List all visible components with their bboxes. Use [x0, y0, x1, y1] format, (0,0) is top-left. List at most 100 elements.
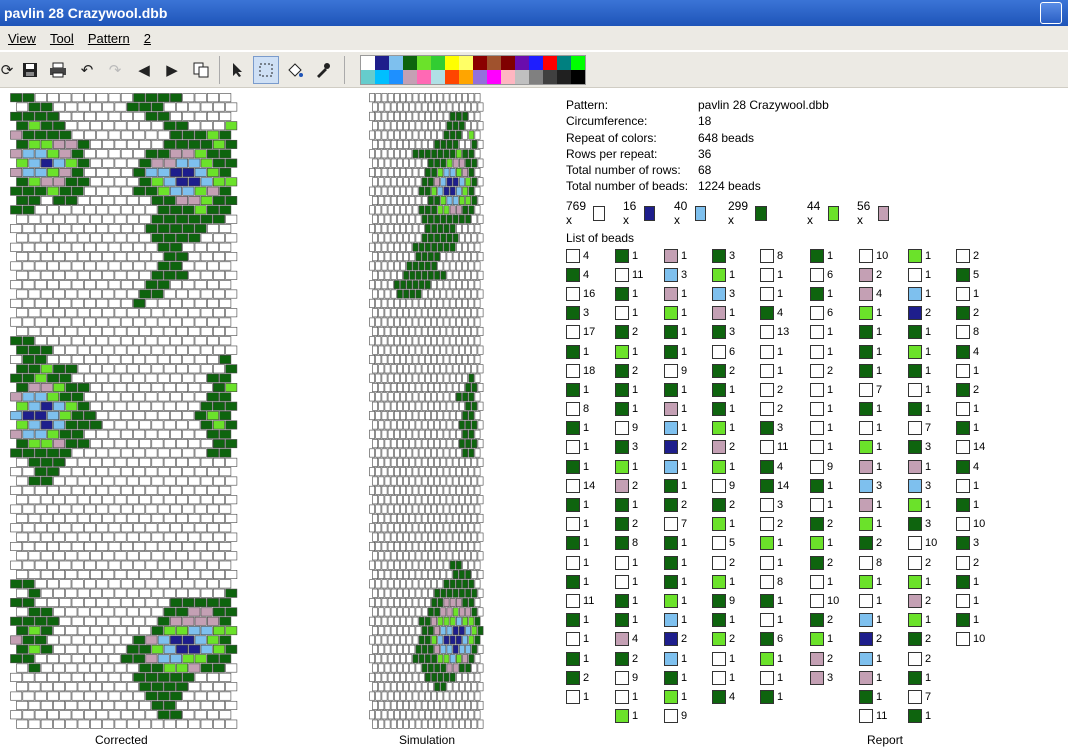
- bead-cell[interactable]: [194, 168, 207, 177]
- bead-cell[interactable]: [65, 588, 78, 598]
- bead-cell[interactable]: [108, 280, 121, 290]
- bead-cell[interactable]: [10, 111, 23, 121]
- bead-cell[interactable]: [16, 252, 29, 262]
- bead-cell[interactable]: [108, 672, 121, 682]
- bead-cell[interactable]: [102, 308, 115, 318]
- bead-cell[interactable]: [225, 588, 238, 598]
- bead-cell[interactable]: [10, 242, 23, 252]
- bead-cell[interactable]: [163, 326, 176, 336]
- bead-cell[interactable]: [219, 317, 232, 327]
- bead-cell[interactable]: [151, 308, 164, 318]
- bead-cell[interactable]: [151, 420, 164, 430]
- bead-cell[interactable]: [114, 513, 127, 523]
- bead-cell[interactable]: [90, 457, 102, 467]
- bead-cell[interactable]: [213, 570, 225, 580]
- bead-cell[interactable]: [96, 485, 109, 495]
- bead-cell[interactable]: [47, 373, 60, 383]
- bead-cell[interactable]: [157, 354, 170, 364]
- bead-cell[interactable]: [90, 439, 102, 449]
- bead-cell[interactable]: [126, 551, 139, 561]
- bead-cell[interactable]: [53, 682, 66, 692]
- save-icon[interactable]: [17, 56, 43, 84]
- bead-cell[interactable]: [145, 205, 158, 215]
- bead-cell[interactable]: [213, 364, 225, 374]
- bead-cell[interactable]: [77, 626, 90, 636]
- bead-cell[interactable]: [170, 541, 182, 551]
- bead-cell[interactable]: [120, 168, 133, 177]
- bead-cell[interactable]: [139, 663, 152, 673]
- bead-cell[interactable]: [170, 298, 182, 308]
- bead-cell[interactable]: [163, 214, 176, 224]
- bead-cell[interactable]: [65, 289, 78, 299]
- bead-cell[interactable]: [28, 719, 41, 729]
- bead-cell[interactable]: [34, 130, 47, 140]
- bead-cell[interactable]: [53, 158, 66, 168]
- bead-cell[interactable]: [219, 336, 232, 346]
- bead-cell[interactable]: [34, 467, 47, 477]
- bead-cell[interactable]: [10, 523, 23, 533]
- bead-cell[interactable]: [22, 242, 35, 252]
- bead-cell[interactable]: [77, 700, 90, 710]
- bead-cell[interactable]: [90, 158, 102, 168]
- bead-cell[interactable]: [219, 168, 232, 177]
- bead-cell[interactable]: [114, 570, 127, 580]
- bead-cell[interactable]: [170, 205, 182, 215]
- bead-cell[interactable]: [84, 261, 96, 271]
- bead-cell[interactable]: [10, 392, 23, 402]
- bead-cell[interactable]: [213, 233, 225, 243]
- bead-cell[interactable]: [176, 495, 188, 505]
- bead-cell[interactable]: [77, 121, 90, 131]
- bead-cell[interactable]: [200, 270, 213, 280]
- bead-cell[interactable]: [22, 429, 35, 439]
- bead-cell[interactable]: [170, 616, 182, 626]
- bead-cell[interactable]: [163, 196, 176, 205]
- bead-cell[interactable]: [126, 476, 139, 486]
- bead-cell[interactable]: [53, 214, 66, 224]
- bead-cell[interactable]: [219, 616, 232, 626]
- bead-cell[interactable]: [120, 242, 133, 252]
- bead-cell[interactable]: [22, 691, 35, 701]
- bead-cell[interactable]: [10, 354, 23, 364]
- bead-cell[interactable]: [40, 177, 53, 187]
- bead-cell[interactable]: [207, 579, 219, 589]
- bead-cell[interactable]: [145, 598, 158, 608]
- bead-cell[interactable]: [65, 570, 78, 580]
- bead-cell[interactable]: [157, 392, 170, 402]
- bead-cell[interactable]: [114, 326, 127, 336]
- bead-cell[interactable]: [71, 579, 84, 589]
- bead-cell[interactable]: [84, 411, 96, 421]
- bead-cell[interactable]: [182, 93, 195, 103]
- bead-cell[interactable]: [176, 588, 188, 598]
- bead-cell[interactable]: [84, 111, 96, 121]
- bead-cell[interactable]: [151, 588, 164, 598]
- bead-cell[interactable]: [145, 336, 158, 346]
- bead-cell[interactable]: [53, 364, 66, 374]
- bead-cell[interactable]: [10, 130, 23, 140]
- bead-cell[interactable]: [126, 607, 139, 617]
- bead-cell[interactable]: [114, 308, 127, 318]
- bead-cell[interactable]: [108, 111, 121, 121]
- bead-cell[interactable]: [176, 719, 188, 729]
- bead-cell[interactable]: [194, 541, 207, 551]
- bead-cell[interactable]: [194, 485, 207, 495]
- bead-cell[interactable]: [225, 139, 238, 149]
- bead-cell[interactable]: [65, 270, 78, 280]
- bead-cell[interactable]: [28, 626, 41, 636]
- bead-cell[interactable]: [157, 598, 170, 608]
- bead-cell[interactable]: [157, 485, 170, 495]
- bead-cell[interactable]: [65, 177, 78, 187]
- bead-cell[interactable]: [65, 196, 78, 205]
- bead-cell[interactable]: [157, 224, 170, 234]
- bead-cell[interactable]: [96, 467, 109, 477]
- bead-cell[interactable]: [163, 345, 176, 355]
- bead-cell[interactable]: [163, 700, 176, 710]
- bead-cell[interactable]: [133, 560, 146, 570]
- bead-cell[interactable]: [225, 607, 238, 617]
- bead-cell[interactable]: [108, 710, 121, 720]
- bead-cell[interactable]: [108, 298, 121, 308]
- bead-cell[interactable]: [10, 504, 23, 514]
- bead-cell[interactable]: [200, 588, 213, 598]
- bead-cell[interactable]: [28, 551, 41, 561]
- bead-cell[interactable]: [188, 551, 201, 561]
- bead-cell[interactable]: [207, 598, 219, 608]
